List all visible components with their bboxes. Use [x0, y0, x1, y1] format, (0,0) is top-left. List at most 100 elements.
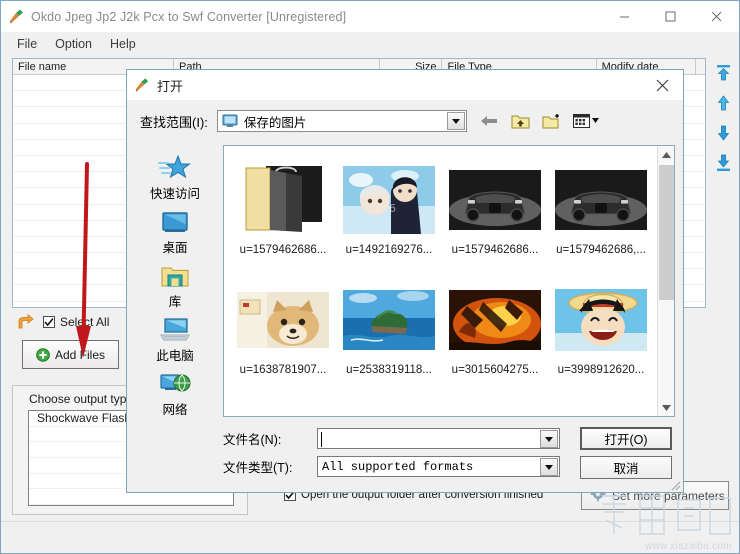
this-pc-icon — [158, 314, 192, 344]
file-label: u=3998912620... — [557, 364, 645, 376]
up-folder-icon[interactable] — [511, 113, 530, 130]
place-label: 网络 — [162, 403, 188, 417]
svg-text:6: 6 — [389, 202, 396, 215]
image-thumbnail — [447, 280, 543, 360]
chevron-down-icon[interactable] — [540, 430, 558, 448]
image-thumbnail — [447, 160, 543, 240]
places-bar: 快速访问 桌面 库 此电脑 网络 — [127, 142, 223, 422]
look-in-value: 保存的图片 — [243, 115, 307, 130]
window-title: Okdo Jpeg Jp2 J2k Pcx to Swf Converter [… — [31, 9, 347, 24]
bottom-bar: Open the output folder after conversion … — [12, 481, 732, 519]
look-in-label: 查找范围(I): — [140, 114, 208, 130]
file-label: u=1579462686... — [239, 244, 327, 256]
open-file-dialog: 打开 查找范围(I): 保存的图片 快速访问 桌面 库 此电脑 网络 u=157… — [126, 69, 684, 493]
file-label: u=2538319118... — [346, 364, 432, 376]
file-label: u=1638781907... — [239, 364, 327, 376]
scroll-down-icon[interactable] — [658, 399, 675, 416]
dialog-bottom: 文件名(N): 文件类型(T): All supported formats 打… — [127, 422, 683, 492]
place-item-quick-access[interactable]: 快速访问 — [129, 152, 221, 202]
file-item[interactable]: u=1579462686... — [230, 154, 336, 274]
file-type-combo[interactable]: All supported formats — [317, 456, 560, 477]
file-type-value: All supported formats — [322, 459, 474, 474]
dialog-title: 打开 — [157, 78, 184, 94]
menu-item-option[interactable]: Option — [46, 35, 101, 53]
resize-grip-icon[interactable] — [669, 479, 681, 491]
maximize-icon[interactable] — [647, 1, 693, 32]
file-item[interactable]: u=1638781907... — [230, 274, 336, 394]
file-item[interactable]: u=1579462686,... — [548, 154, 654, 274]
cancel-button[interactable]: 取消 — [580, 456, 672, 479]
menu-item-file[interactable]: File — [8, 35, 46, 53]
file-label: u=1492169276... — [345, 244, 433, 256]
place-label: 此电脑 — [156, 349, 194, 363]
file-item[interactable]: u=2538319118... — [336, 274, 442, 394]
file-name-row: 文件名(N): — [223, 428, 560, 449]
place-item-network[interactable]: 网络 — [129, 368, 221, 418]
chevron-down-icon[interactable] — [446, 112, 465, 130]
desktop-icon — [158, 206, 192, 236]
dialog-toolbar: 查找范围(I): 保存的图片 — [127, 100, 683, 142]
menu-bar: File Option Help — [1, 32, 739, 56]
monitor-icon — [222, 114, 238, 128]
brush-icon — [8, 8, 25, 25]
file-label: u=3015604275... — [451, 364, 539, 376]
quick-access-star-icon — [158, 152, 192, 182]
move-to-top-icon[interactable] — [708, 58, 738, 88]
brush-icon — [134, 77, 150, 93]
title-bar: Okdo Jpeg Jp2 J2k Pcx to Swf Converter [… — [1, 1, 739, 32]
add-files-button[interactable]: Add Files — [22, 340, 119, 369]
place-label: 快速访问 — [149, 187, 200, 201]
minimize-icon[interactable] — [601, 1, 647, 32]
place-item-libraries[interactable]: 库 — [129, 260, 221, 310]
place-item-this-pc[interactable]: 此电脑 — [129, 314, 221, 364]
move-down-icon[interactable] — [708, 118, 738, 148]
file-item[interactable]: u=3998912620... — [548, 274, 654, 394]
dialog-title-bar: 打开 — [127, 70, 683, 100]
return-arrow-icon[interactable] — [15, 314, 35, 330]
file-thumbnail-grid[interactable]: u=1579462686... 6 u=1492169276... u=1579… — [224, 146, 654, 416]
network-icon — [158, 368, 192, 398]
file-item[interactable]: u=3015604275... — [442, 274, 548, 394]
file-type-label: 文件类型(T): — [223, 461, 293, 475]
file-item[interactable]: u=1579462686... — [442, 154, 548, 274]
file-type-row: 文件类型(T): All supported formats — [223, 456, 560, 477]
file-item[interactable]: 6 u=1492169276... — [336, 154, 442, 274]
green-plus-icon — [36, 347, 50, 362]
image-thumbnail — [553, 160, 649, 240]
add-files-label: Add Files — [54, 347, 106, 362]
select-all-label: Select All — [60, 315, 110, 329]
close-icon[interactable] — [693, 1, 739, 32]
image-thumbnail — [553, 280, 649, 360]
file-name-label: 文件名(N): — [223, 433, 282, 447]
look-in-combo[interactable]: 保存的图片 — [216, 110, 467, 132]
text-caret — [321, 432, 322, 447]
menu-item-help[interactable]: Help — [101, 35, 145, 53]
open-button[interactable]: 打开(O) — [580, 427, 672, 450]
place-item-desktop[interactable]: 桌面 — [129, 206, 221, 256]
dialog-body: 快速访问 桌面 库 此电脑 网络 u=1579462686... 6 u=149… — [127, 142, 683, 422]
chevron-down-icon[interactable] — [540, 458, 558, 476]
window-controls — [601, 1, 739, 32]
file-list-scrollbar[interactable] — [657, 146, 674, 416]
column-header-spacer — [696, 59, 705, 74]
file-label: u=1579462686,... — [556, 244, 646, 256]
output-type-label: Choose output type: — [29, 392, 137, 406]
file-label: u=1579462686... — [451, 244, 539, 256]
views-icon[interactable] — [572, 113, 599, 129]
folder-thumbnail — [235, 160, 331, 240]
new-folder-icon[interactable] — [542, 113, 561, 130]
close-icon[interactable] — [641, 70, 683, 100]
move-to-bottom-icon[interactable] — [708, 148, 738, 178]
select-all-checkbox[interactable] — [43, 316, 55, 328]
order-toolbar — [708, 58, 738, 308]
libraries-icon — [158, 260, 192, 290]
scroll-up-icon[interactable] — [658, 146, 675, 163]
back-arrow-icon[interactable] — [479, 113, 499, 129]
file-browser-area[interactable]: u=1579462686... 6 u=1492169276... u=1579… — [223, 145, 675, 417]
file-name-input[interactable] — [317, 428, 560, 449]
place-label: 桌面 — [162, 241, 188, 255]
move-up-icon[interactable] — [708, 88, 738, 118]
watermark-url: www.xiazaiba.com — [644, 541, 732, 552]
image-thumbnail — [235, 280, 331, 360]
scrollbar-thumb[interactable] — [659, 165, 674, 300]
